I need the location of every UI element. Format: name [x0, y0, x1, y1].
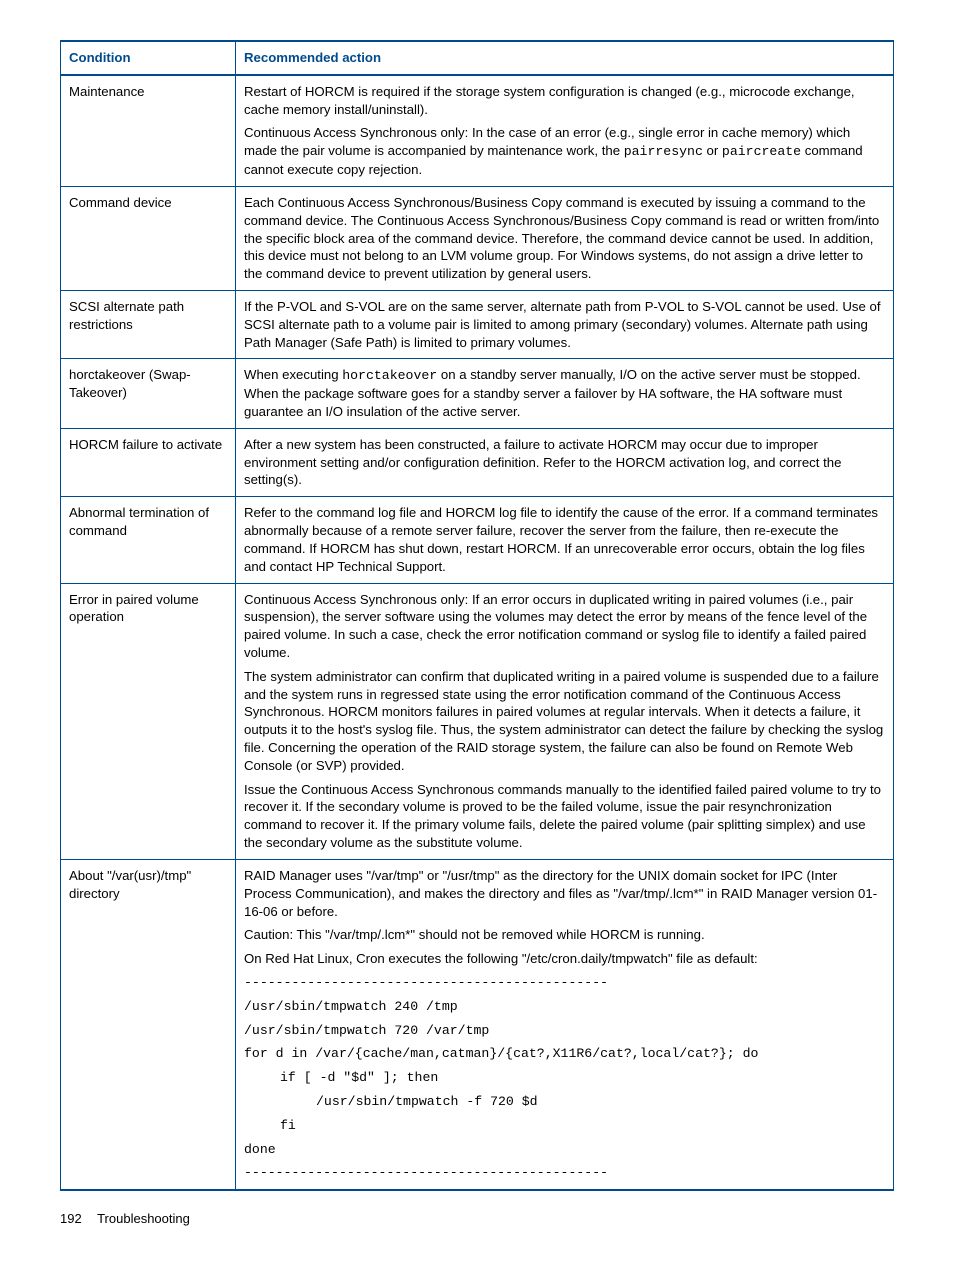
- paragraph: Continuous Access Synchronous only: If a…: [244, 591, 885, 662]
- paragraph: Restart of HORCM is required if the stor…: [244, 83, 885, 119]
- table-row: HORCM failure to activateAfter a new sys…: [61, 428, 894, 496]
- condition-cell: Command device: [61, 186, 236, 290]
- paragraph: ----------------------------------------…: [244, 1164, 885, 1182]
- paragraph: If the P-VOL and S-VOL are on the same s…: [244, 298, 885, 351]
- action-cell: Refer to the command log file and HORCM …: [236, 497, 894, 583]
- col-header-action: Recommended action: [236, 41, 894, 75]
- paragraph: Caution: This "/var/tmp/.lcm*" should no…: [244, 926, 885, 944]
- page-number: 192: [60, 1211, 82, 1226]
- table-row: Abnormal termination of commandRefer to …: [61, 497, 894, 583]
- paragraph: Each Continuous Access Synchronous/Busin…: [244, 194, 885, 283]
- paragraph: On Red Hat Linux, Cron executes the foll…: [244, 950, 885, 968]
- action-cell: After a new system has been constructed,…: [236, 428, 894, 496]
- paragraph: done: [244, 1141, 885, 1159]
- document-page: Condition Recommended action Maintenance…: [0, 0, 954, 1256]
- action-cell: Restart of HORCM is required if the stor…: [236, 75, 894, 187]
- paragraph: Issue the Continuous Access Synchronous …: [244, 781, 885, 852]
- paragraph: RAID Manager uses "/var/tmp" or "/usr/tm…: [244, 867, 885, 920]
- paragraph: if [ -d "$d" ]; then: [244, 1069, 885, 1087]
- table-header-row: Condition Recommended action: [61, 41, 894, 75]
- troubleshooting-table: Condition Recommended action Maintenance…: [60, 40, 894, 1191]
- action-cell: RAID Manager uses "/var/tmp" or "/usr/tm…: [236, 859, 894, 1190]
- action-cell: If the P-VOL and S-VOL are on the same s…: [236, 290, 894, 358]
- condition-cell: Abnormal termination of command: [61, 497, 236, 583]
- paragraph: Continuous Access Synchronous only: In t…: [244, 124, 885, 178]
- table-row: horctakeover (Swap-Takeover)When executi…: [61, 359, 894, 428]
- table-row: Error in paired volume operationContinuo…: [61, 583, 894, 859]
- table-row: Command deviceEach Continuous Access Syn…: [61, 186, 894, 290]
- paragraph: The system administrator can confirm tha…: [244, 668, 885, 775]
- paragraph: /usr/sbin/tmpwatch 720 /var/tmp: [244, 1022, 885, 1040]
- paragraph: fi: [244, 1117, 885, 1135]
- table-row: SCSI alternate path restrictionsIf the P…: [61, 290, 894, 358]
- condition-cell: About "/var(usr)/tmp" directory: [61, 859, 236, 1190]
- paragraph: Refer to the command log file and HORCM …: [244, 504, 885, 575]
- paragraph: ----------------------------------------…: [244, 974, 885, 992]
- table-row: MaintenanceRestart of HORCM is required …: [61, 75, 894, 187]
- condition-cell: Maintenance: [61, 75, 236, 187]
- page-footer: 192 Troubleshooting: [60, 1211, 894, 1226]
- col-header-condition: Condition: [61, 41, 236, 75]
- condition-cell: horctakeover (Swap-Takeover): [61, 359, 236, 428]
- paragraph: /usr/sbin/tmpwatch -f 720 $d: [244, 1093, 885, 1111]
- action-cell: When executing horctakeover on a standby…: [236, 359, 894, 428]
- paragraph: After a new system has been constructed,…: [244, 436, 885, 489]
- action-cell: Each Continuous Access Synchronous/Busin…: [236, 186, 894, 290]
- paragraph: /usr/sbin/tmpwatch 240 /tmp: [244, 998, 885, 1016]
- paragraph: When executing horctakeover on a standby…: [244, 366, 885, 420]
- paragraph: for d in /var/{cache/man,catman}/{cat?,X…: [244, 1045, 885, 1063]
- footer-section: Troubleshooting: [97, 1211, 190, 1226]
- condition-cell: HORCM failure to activate: [61, 428, 236, 496]
- condition-cell: SCSI alternate path restrictions: [61, 290, 236, 358]
- action-cell: Continuous Access Synchronous only: If a…: [236, 583, 894, 859]
- condition-cell: Error in paired volume operation: [61, 583, 236, 859]
- table-row: About "/var(usr)/tmp" directoryRAID Mana…: [61, 859, 894, 1190]
